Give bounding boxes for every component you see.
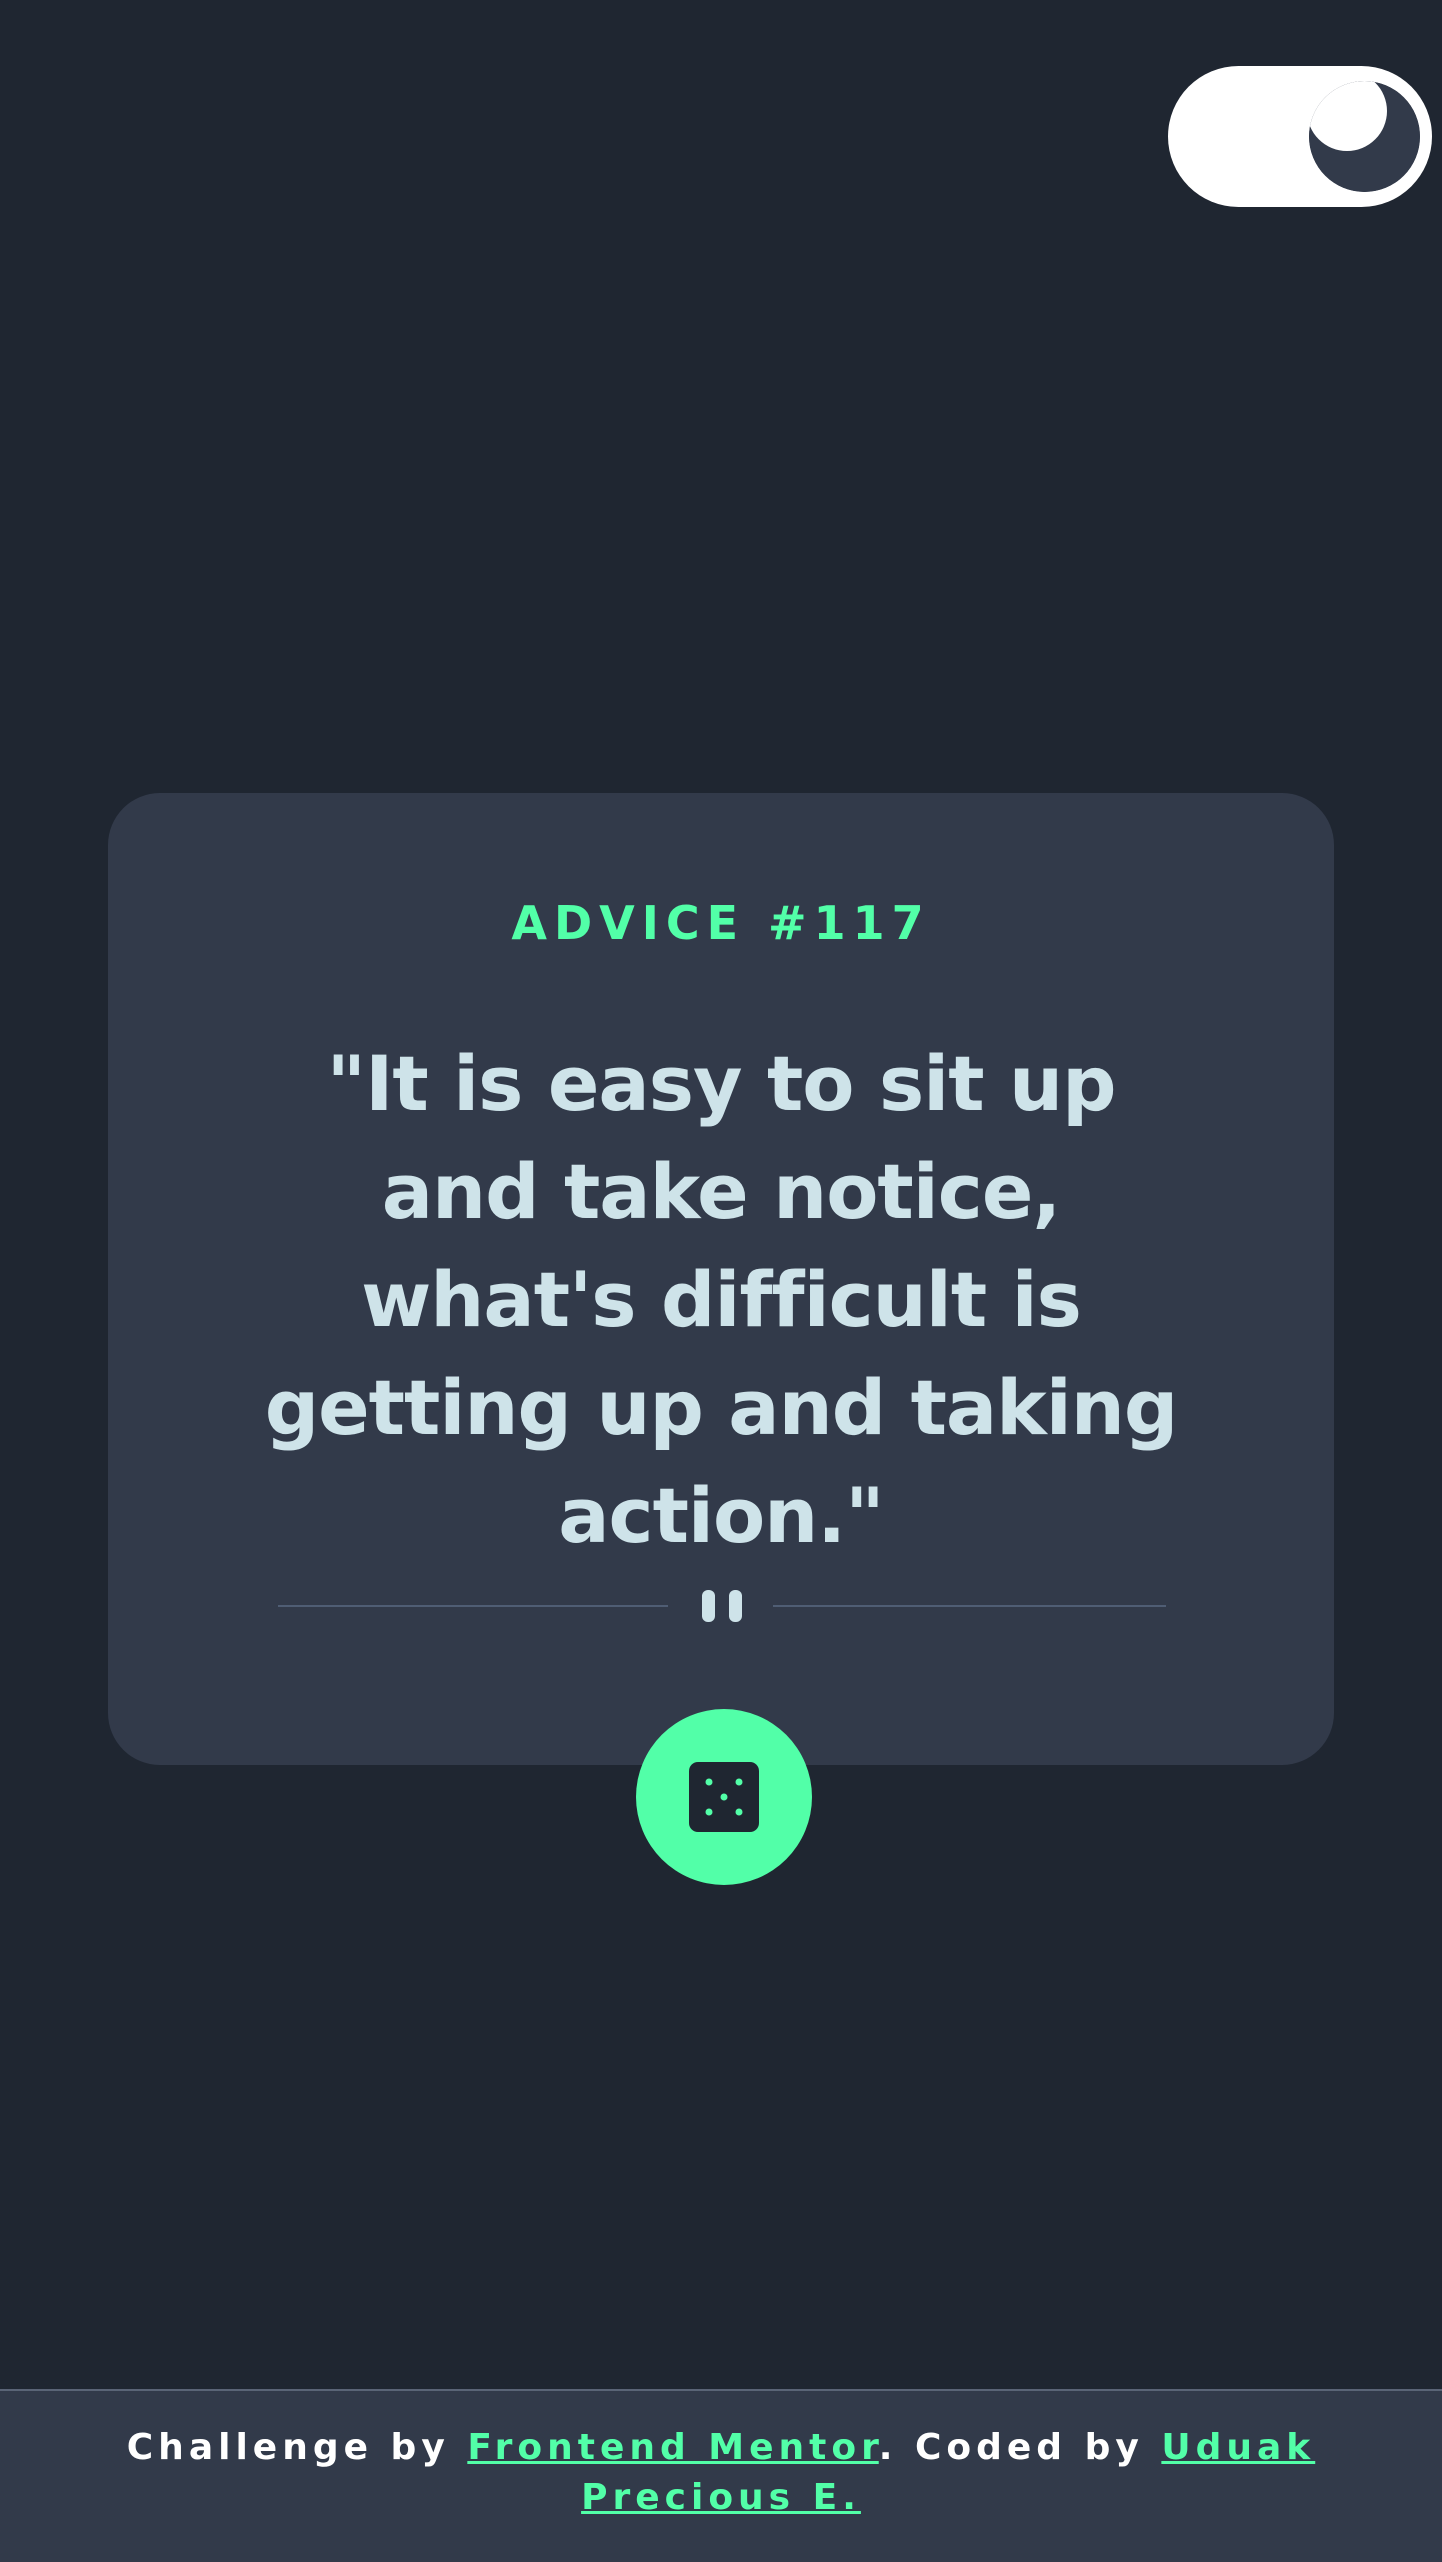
pattern-divider <box>278 1585 1166 1625</box>
divider-line-right <box>773 1605 1166 1607</box>
frontend-mentor-link[interactable]: Frontend Mentor <box>467 2427 878 2468</box>
advice-quote: "It is easy to sit up and take notice, w… <box>264 1039 1179 1560</box>
attribution-prefix: Challenge by <box>126 2427 468 2468</box>
attribution: Challenge by Frontend Mentor. Coded by U… <box>40 2423 1402 2523</box>
theme-toggle[interactable] <box>1168 66 1432 207</box>
attribution-middle: . Coded by <box>878 2427 1162 2468</box>
moon-icon <box>1309 81 1420 192</box>
toggle-knob[interactable] <box>1309 81 1420 192</box>
divider-line-left <box>278 1605 668 1607</box>
footer: Challenge by Frontend Mentor. Coded by U… <box>0 2389 1442 2562</box>
pause-icon <box>702 1590 742 1622</box>
page: ADVICE #117 "It is easy to sit up and ta… <box>0 0 1442 2562</box>
advice-id: ADVICE #117 <box>511 896 931 950</box>
generate-advice-button[interactable] <box>636 1709 812 1885</box>
dice-icon <box>689 1762 759 1832</box>
